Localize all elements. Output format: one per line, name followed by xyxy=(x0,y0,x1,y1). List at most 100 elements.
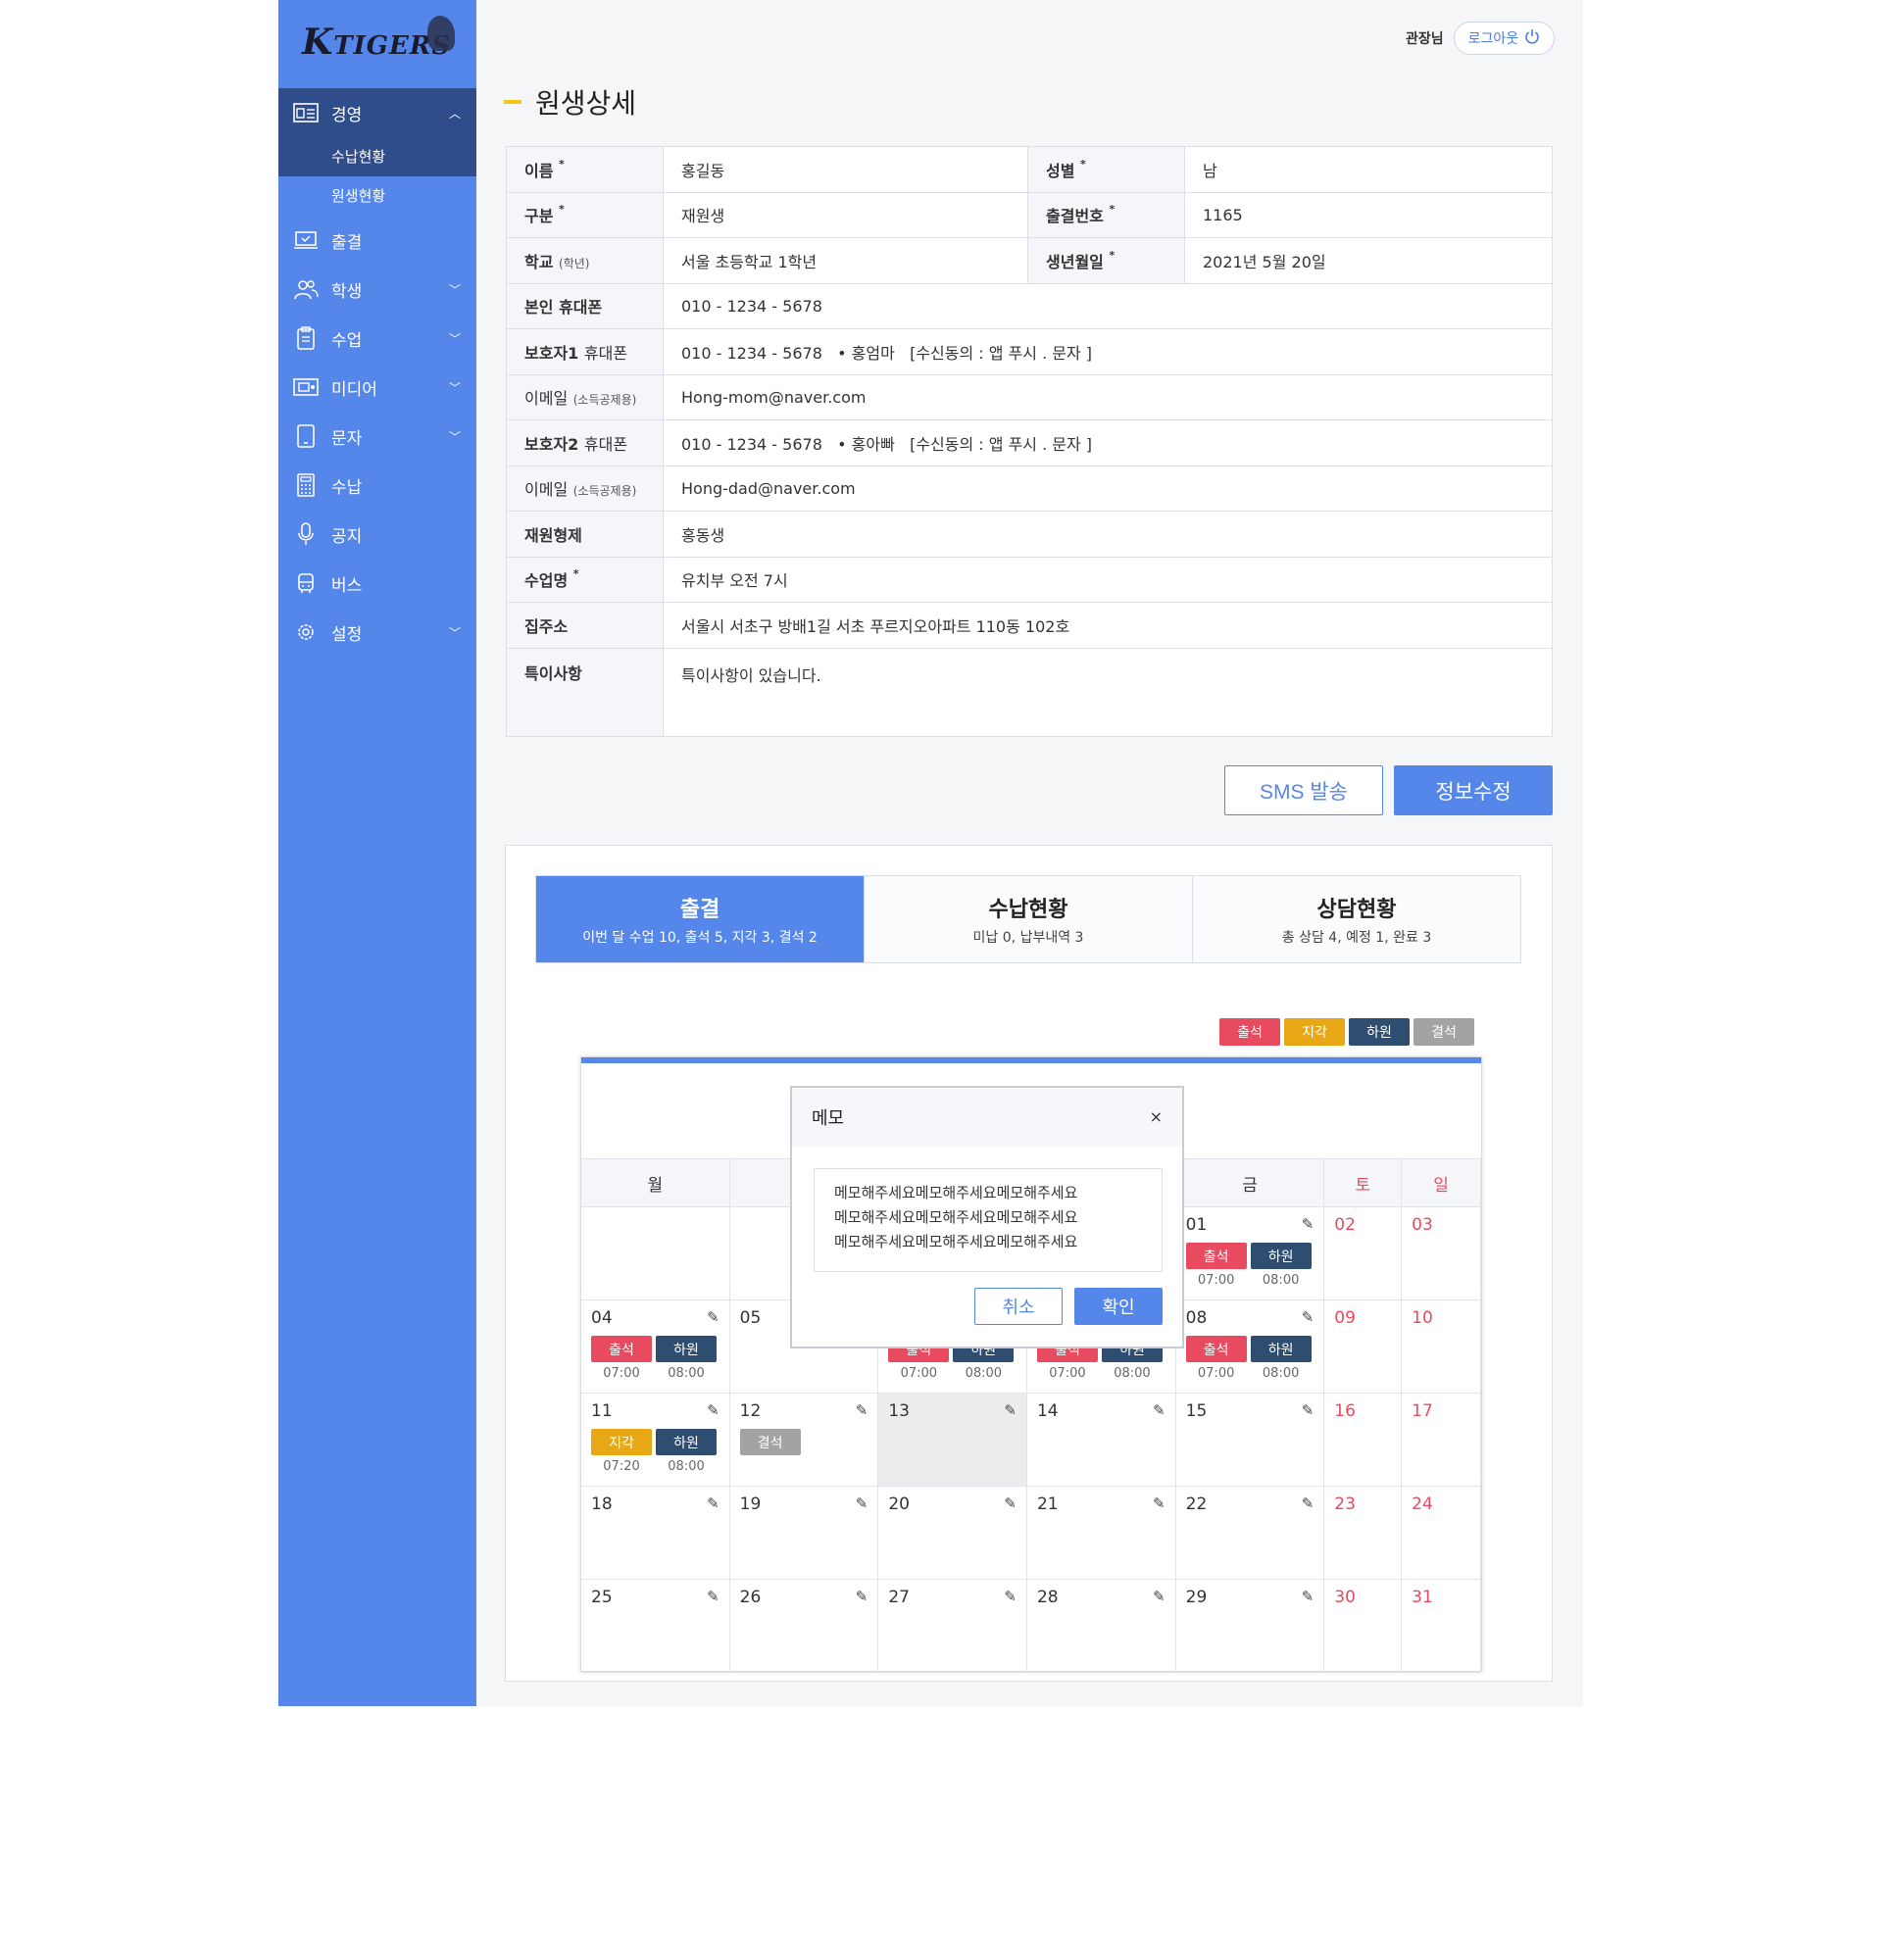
tab-title: 상담현황 xyxy=(1316,898,1397,922)
sidebar-item-settings[interactable]: 설정 ﹀ xyxy=(278,608,476,657)
attendance-badges: 결석 xyxy=(739,1429,868,1455)
pencil-icon[interactable]: ✎ xyxy=(707,1494,719,1512)
tab-subtitle: 총 상담 4, 예정 1, 완료 3 xyxy=(1281,930,1432,946)
tab-attendance[interactable]: 출결 이번 달 수업 10, 출석 5, 지각 3, 결석 2 xyxy=(536,876,865,962)
pencil-icon[interactable]: ✎ xyxy=(1302,1401,1315,1419)
attendance-badge: 결석 xyxy=(739,1429,801,1455)
tab-payments[interactable]: 수납현황 미납 0, 납부내역 3 xyxy=(865,876,1193,962)
calendar-day-cell[interactable]: 25 ✎ xyxy=(581,1580,730,1672)
calendar-day-cell[interactable]: 13 ✎ xyxy=(878,1394,1027,1486)
logout-button[interactable]: 로그아웃 xyxy=(1453,22,1556,55)
calendar-day-cell[interactable]: 11 ✎ 지각 하원 07:20 08:00 xyxy=(581,1394,730,1486)
birth-label: 생년월일 * xyxy=(1027,237,1185,284)
sidebar-item-classes[interactable]: 수업 ﹀ xyxy=(278,314,476,363)
sidebar-item-label: 경영 xyxy=(331,105,363,125)
calendar-day-cell[interactable]: 08 ✎ 출석 하원 07:00 08:00 xyxy=(1176,1300,1325,1393)
calendar-day-cell[interactable]: 20 ✎ xyxy=(878,1487,1027,1579)
sidebar-item-students[interactable]: 학생 ﹀ xyxy=(278,265,476,314)
day-number: 03 xyxy=(1412,1215,1433,1235)
sidebar-item-label: 학생 xyxy=(331,281,363,302)
pencil-icon[interactable]: ✎ xyxy=(856,1588,868,1605)
calendar-day-cell[interactable]: 17 xyxy=(1402,1394,1481,1486)
calendar-day-cell[interactable]: 30 xyxy=(1324,1580,1403,1672)
calendar-day-cell[interactable]: 03 xyxy=(1402,1207,1481,1299)
tiger-mark-icon xyxy=(427,16,455,51)
calendar-day-cell[interactable]: 09 xyxy=(1324,1300,1403,1393)
pencil-icon[interactable]: ✎ xyxy=(1004,1494,1017,1512)
cancel-button[interactable]: 취소 xyxy=(974,1288,1063,1325)
student-info-table: 이름 * 홍길동 성별 * 남 구분 * 재원생 출결번호 * 1165 학교 … xyxy=(506,146,1553,737)
sidebar-item-media[interactable]: 미디어 ﹀ xyxy=(278,363,476,412)
calendar-week-row: 18 ✎ 19 ✎ 20 ✎ 21 ✎ 22 ✎ 23 24 xyxy=(581,1487,1481,1580)
calendar-day-cell[interactable]: 23 xyxy=(1324,1487,1403,1579)
pencil-icon[interactable]: ✎ xyxy=(1004,1401,1017,1419)
calendar-day-cell[interactable]: 28 ✎ xyxy=(1027,1580,1176,1672)
users-icon xyxy=(292,277,320,301)
calendar-day-cell[interactable]: 26 ✎ xyxy=(730,1580,879,1672)
modal-header: 메모 × xyxy=(792,1088,1182,1147)
pencil-icon[interactable]: ✎ xyxy=(1302,1215,1315,1233)
sms-send-button[interactable]: SMS 발송 xyxy=(1224,765,1383,815)
calendar-day-cell[interactable]: 27 ✎ xyxy=(878,1580,1027,1672)
pencil-icon[interactable]: ✎ xyxy=(1153,1401,1166,1419)
calendar-day-cell[interactable]: 22 ✎ xyxy=(1176,1487,1325,1579)
pencil-icon[interactable]: ✎ xyxy=(856,1401,868,1419)
calendar-day-cell[interactable]: 04 ✎ 출석 하원 07:00 08:00 xyxy=(581,1300,730,1393)
calendar-day-cell[interactable]: 12 ✎ 결석 xyxy=(730,1394,879,1486)
calendar-day-cell[interactable]: 10 xyxy=(1402,1300,1481,1393)
calendar-day-cell[interactable]: 14 ✎ xyxy=(1027,1394,1176,1486)
attendance-badge: 하원 xyxy=(1250,1243,1312,1269)
attendance-times: 07:00 08:00 xyxy=(1186,1273,1315,1288)
sidebar-subitem-payment-status[interactable]: 수납현황 xyxy=(278,137,476,176)
class-label: 수업명 * xyxy=(506,556,664,603)
tablet-icon xyxy=(292,424,320,448)
memo-textarea[interactable]: 메모해주세요메모해주세요메모해주세요 메모해주세요메모해주세요메모해주세요 메모… xyxy=(814,1168,1163,1272)
sidebar-item-label: 미디어 xyxy=(331,379,377,400)
sidebar-item-messages[interactable]: 문자 ﹀ xyxy=(278,412,476,461)
sidebar-item-payments[interactable]: 수납 xyxy=(278,461,476,510)
calendar-day-cell[interactable]: 15 ✎ xyxy=(1176,1394,1325,1486)
confirm-button[interactable]: 확인 xyxy=(1074,1288,1163,1325)
attendance-time: 07:20 xyxy=(603,1459,640,1474)
pencil-icon[interactable]: ✎ xyxy=(1004,1588,1017,1605)
calendar-day-cell[interactable]: 21 ✎ xyxy=(1027,1487,1176,1579)
close-icon[interactable]: × xyxy=(1150,1107,1163,1126)
logo[interactable]: KTIGERS xyxy=(302,16,455,63)
pencil-icon[interactable]: ✎ xyxy=(707,1308,719,1326)
calendar-day-cell[interactable]: 16 xyxy=(1324,1394,1403,1486)
calendar-day-cell[interactable]: 01 ✎ 출석 하원 07:00 08:00 xyxy=(1176,1207,1325,1299)
pencil-icon[interactable]: ✎ xyxy=(856,1494,868,1512)
pencil-icon[interactable]: ✎ xyxy=(1153,1494,1166,1512)
chevron-up-icon: ︿ xyxy=(448,107,461,121)
attendance-time: 07:00 xyxy=(603,1366,640,1381)
calendar-day-cell[interactable]: 29 ✎ xyxy=(1176,1580,1325,1672)
pencil-icon[interactable]: ✎ xyxy=(1302,1308,1315,1326)
day-number: 13 xyxy=(888,1401,910,1421)
day-number: 08 xyxy=(1185,1308,1208,1328)
calendar-day-cell[interactable]: 19 ✎ xyxy=(730,1487,879,1579)
pencil-icon[interactable]: ✎ xyxy=(707,1401,719,1419)
sidebar-item-management[interactable]: 경영 ︿ xyxy=(278,88,476,137)
pencil-icon[interactable]: ✎ xyxy=(1153,1588,1166,1605)
calendar-day-cell[interactable]: 02 xyxy=(1324,1207,1403,1299)
sidebar-item-attendance[interactable]: 출결 xyxy=(278,216,476,265)
attendance-time: 07:00 xyxy=(900,1366,938,1381)
calendar-day-cell[interactable]: 31 xyxy=(1402,1580,1481,1672)
day-number: 17 xyxy=(1412,1401,1433,1421)
id-card-icon xyxy=(292,101,320,124)
sidebar-item-notices[interactable]: 공지 xyxy=(278,510,476,559)
calendar-day-cell[interactable]: 24 xyxy=(1402,1487,1481,1579)
sidebar-subitem-student-status[interactable]: 원생현황 xyxy=(278,176,476,216)
day-number: 25 xyxy=(591,1588,613,1607)
calendar-week-row: 25 ✎ 26 ✎ 27 ✎ 28 ✎ 29 ✎ 30 31 xyxy=(581,1580,1481,1673)
pencil-icon[interactable]: ✎ xyxy=(1302,1494,1315,1512)
sidebar-item-bus[interactable]: 버스 xyxy=(278,559,476,608)
guardian2-email-label: 이메일 (소득공제용) xyxy=(506,465,664,512)
attendance-badges: 지각 하원 xyxy=(591,1429,719,1455)
calendar-day-cell[interactable]: 18 ✎ xyxy=(581,1487,730,1579)
pencil-icon[interactable]: ✎ xyxy=(1302,1588,1315,1605)
microphone-icon xyxy=(292,522,320,546)
pencil-icon[interactable]: ✎ xyxy=(707,1588,719,1605)
tab-consulting[interactable]: 상담현황 총 상담 4, 예정 1, 완료 3 xyxy=(1193,876,1520,962)
edit-info-button[interactable]: 정보수정 xyxy=(1394,765,1553,815)
